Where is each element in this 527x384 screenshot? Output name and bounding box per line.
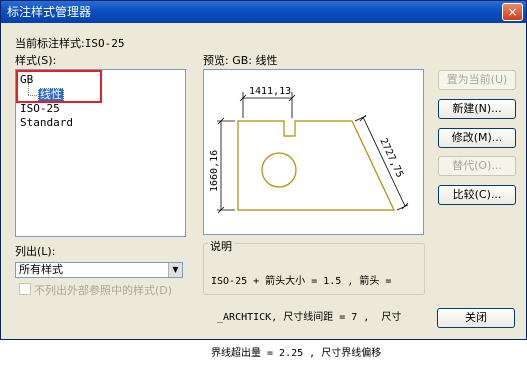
description-line: ISO-25 + 箭头大小 = 1.5 , 箭头 = <box>211 276 392 287</box>
dimension-left-label: 1660,16 <box>209 150 220 192</box>
list-filter-label: 列出(L): <box>15 245 56 258</box>
dimension-right-label: 2727,75 <box>377 137 405 180</box>
window-title: 标注样式管理器 <box>7 5 92 19</box>
preview-panel: 1411,13 1660,16 2727,75 <box>203 69 424 235</box>
highlight-frame <box>16 70 102 103</box>
current-style-value: ISO-25 <box>84 37 125 50</box>
current-style-label: 当前标注样式: <box>15 37 85 50</box>
styles-label: 样式(S): <box>15 54 57 67</box>
title-bar: 标注样式管理器 × <box>1 1 526 23</box>
preview-label: 预览: GB: 线性 <box>203 54 278 67</box>
set-current-button[interactable]: 置为当前(U) <box>438 70 516 90</box>
dimension-style-manager-dialog: 标注样式管理器 × 当前标注样式:ISO-25 样式(S): GB 线性 ISO… <box>0 0 527 359</box>
dimension-top-label: 1411,13 <box>249 86 291 97</box>
exclude-xref-checkbox[interactable] <box>19 283 31 295</box>
description-line: _ARCHTICK, 尺寸线间距 = 7 , 尺寸 <box>211 312 402 323</box>
list-filter-value: 所有样式 <box>19 263 63 276</box>
description-text: ISO-25 + 箭头大小 = 1.5 , 箭头 = _ARCHTICK, 尺寸… <box>211 252 421 384</box>
exclude-xref-label: 不列出外部参照中的样式(D) <box>34 284 173 297</box>
style-item-standard[interactable]: Standard <box>20 116 73 129</box>
current-style-row: 当前标注样式:ISO-25 <box>15 35 124 51</box>
description-line: 界线超出量 = 2.25 , 尺寸界线偏移 <box>211 348 382 359</box>
close-button[interactable]: 关闭 <box>437 308 515 328</box>
compare-button[interactable]: 比较(C)... <box>438 185 516 205</box>
chevron-down-icon[interactable]: ▼ <box>168 263 182 277</box>
new-button[interactable]: 新建(N)... <box>438 99 516 119</box>
preview-drawing: 1411,13 1660,16 2727,75 <box>209 86 409 214</box>
override-button[interactable]: 替代(O)... <box>438 156 516 176</box>
modify-button[interactable]: 修改(M)... <box>438 128 516 148</box>
close-window-icon[interactable]: × <box>502 3 523 21</box>
style-item-iso25[interactable]: ISO-25 <box>20 102 60 115</box>
list-filter-dropdown[interactable]: 所有样式 ▼ <box>15 262 183 278</box>
